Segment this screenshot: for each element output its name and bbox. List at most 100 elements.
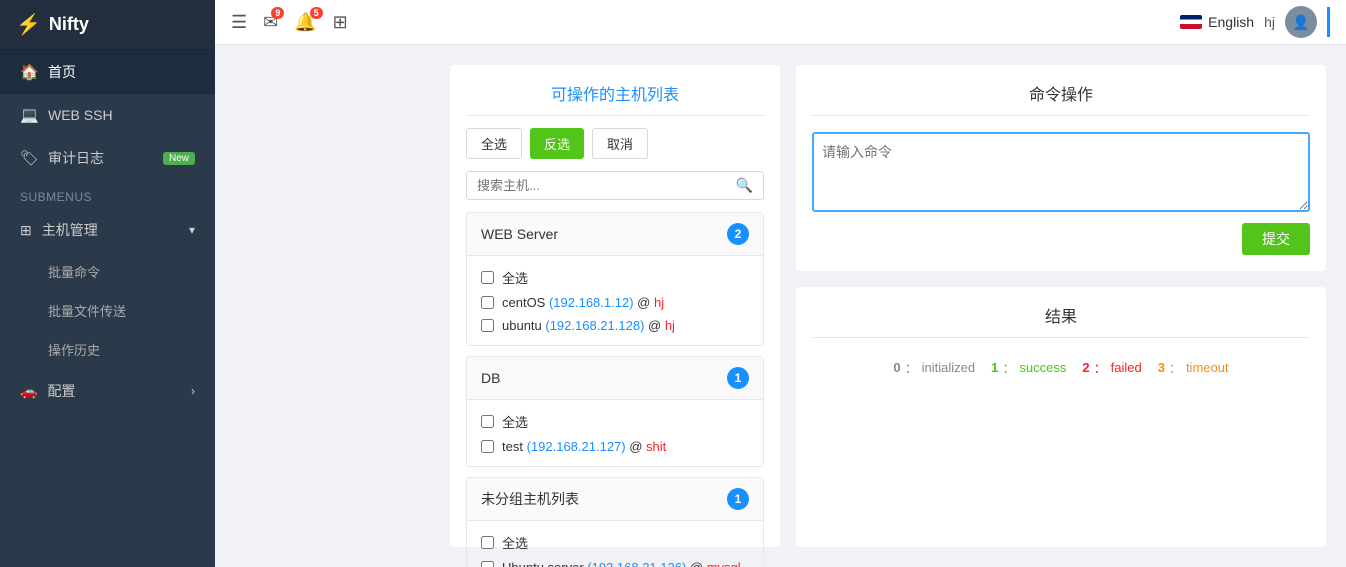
menu-icon[interactable]: ☰ — [231, 12, 247, 33]
result-panel: 结果 0 ： initialized 1 ： success 2 ： faile… — [796, 287, 1326, 547]
language-label: English — [1208, 14, 1254, 30]
mail-icon[interactable]: ✉ 9 — [263, 12, 278, 33]
result-panel-title: 结果 — [812, 303, 1310, 338]
checkbox-test[interactable] — [481, 440, 494, 453]
chevron-down-icon: ▾ — [189, 223, 195, 237]
checkbox-ubuntu[interactable] — [481, 319, 494, 332]
search-input[interactable] — [477, 178, 736, 193]
legend-success: 1 ： success — [991, 358, 1066, 377]
checkbox-centos[interactable] — [481, 296, 494, 309]
group-ungrouped-name: 未分组主机列表 — [481, 489, 727, 509]
grid-icon: ⊞ — [20, 222, 32, 239]
command-panel: 命令操作 提交 — [796, 65, 1326, 271]
legend-label-timeout: timeout — [1186, 360, 1229, 375]
mail-badge: 9 — [271, 7, 284, 19]
select-all-button[interactable]: 全选 — [466, 128, 522, 159]
group-db-body: 全选 test (192.168.21.127) @ shit — [467, 400, 763, 466]
sidebar-group-host-mgmt: ⊞ 主机管理 ▾ 批量命令 批量文件传送 操作历史 — [0, 208, 215, 369]
host-item-select-all-db: 全选 — [481, 408, 749, 435]
language-selector[interactable]: English — [1180, 14, 1254, 30]
host-item-ubuntu-server: Ubuntu server (192.168.21.126) @ mysql — [481, 556, 749, 567]
invert-button[interactable]: 反选 — [530, 128, 584, 159]
search-icon: 🔍 — [736, 177, 753, 194]
bell-icon[interactable]: 🔔 5 — [294, 12, 316, 33]
sidebar: ⚡ Nifty 🏠 首页 💻 WEB SSH 🏷 审计日志 New Submen… — [0, 0, 215, 567]
legend-sep-2: ： — [1094, 358, 1107, 377]
tag-icon: 🏷 — [20, 149, 38, 167]
group-ungrouped-header: 未分组主机列表 1 — [467, 478, 763, 521]
select-all-ungrouped-label: 全选 — [502, 533, 528, 552]
sidebar-group-host-mgmt-header[interactable]: ⊞ 主机管理 ▾ — [0, 208, 215, 252]
submit-button[interactable]: 提交 — [1242, 223, 1310, 255]
host-list-panel: 可操作的主机列表 全选 反选 取消 🔍 WEB Server 2 全选 — [450, 65, 780, 547]
legend-num-3: 3 — [1158, 360, 1165, 375]
sidebar-item-audit[interactable]: 🏷 审计日志 New — [0, 136, 215, 180]
ubuntu-label: ubuntu (192.168.21.128) @ hj — [502, 318, 675, 333]
car-icon: 🚗 — [20, 383, 37, 400]
logo-icon: ⚡ — [16, 12, 41, 37]
legend-initialized: 0 ： initialized — [893, 358, 975, 377]
host-item-centos: centOS (192.168.1.12) @ hj — [481, 291, 749, 314]
topbar-left: ☰ ✉ 9 🔔 5 ⊞ — [231, 12, 348, 33]
group-db-name: DB — [481, 370, 727, 386]
sidebar-item-webssh[interactable]: 💻 WEB SSH — [0, 94, 215, 136]
sidebar-group-config: 🚗 配置 › — [0, 369, 215, 413]
legend-sep-1: ： — [1002, 358, 1015, 377]
select-all-db-label: 全选 — [502, 412, 528, 431]
sidebar-item-bulk-cmd-label: 批量命令 — [48, 262, 100, 281]
flag-icon — [1180, 15, 1202, 29]
legend-sep-0: ： — [905, 358, 918, 377]
host-item-ubuntu: ubuntu (192.168.21.128) @ hj — [481, 314, 749, 337]
host-list-title: 可操作的主机列表 — [466, 81, 764, 116]
legend-sep-3: ： — [1169, 358, 1182, 377]
sidebar-group-config-header[interactable]: 🚗 配置 › — [0, 369, 215, 413]
command-input[interactable] — [812, 132, 1310, 212]
topbar: ☰ ✉ 9 🔔 5 ⊞ English hj 👤 — [215, 0, 1346, 45]
legend-num-2: 2 — [1082, 360, 1089, 375]
audit-new-badge: New — [163, 152, 195, 165]
topbar-right: English hj 👤 — [1180, 6, 1330, 38]
checkbox-select-all-ungrouped[interactable] — [481, 536, 494, 549]
main-content: 可操作的主机列表 全选 反选 取消 🔍 WEB Server 2 全选 — [430, 45, 1346, 567]
host-item-test: test (192.168.21.127) @ shit — [481, 435, 749, 458]
topbar-divider — [1327, 7, 1330, 37]
group-web-server-name: WEB Server — [481, 226, 727, 242]
legend-label-failed: failed — [1111, 360, 1142, 375]
sidebar-item-home[interactable]: 🏠 首页 — [0, 50, 215, 94]
host-item-select-all-web: 全选 — [481, 264, 749, 291]
sidebar-item-bulk-cmd[interactable]: 批量命令 — [0, 252, 215, 291]
group-ungrouped: 未分组主机列表 1 全选 Ubuntu server (192.168.21.1… — [466, 477, 764, 567]
host-item-select-all-ungrouped: 全选 — [481, 529, 749, 556]
sidebar-item-op-history[interactable]: 操作历史 — [0, 330, 215, 369]
terminal-icon: 💻 — [20, 106, 38, 124]
command-panel-title: 命令操作 — [812, 81, 1310, 116]
group-web-server-header: WEB Server 2 — [467, 213, 763, 256]
legend-label-success: success — [1019, 360, 1066, 375]
checkbox-select-all-db[interactable] — [481, 415, 494, 428]
group-ungrouped-count: 1 — [727, 488, 749, 510]
sidebar-nav: 🏠 首页 💻 WEB SSH 🏷 审计日志 New Submenus ⊞ 主机管… — [0, 50, 215, 567]
sidebar-item-op-history-label: 操作历史 — [48, 340, 100, 359]
sidebar-item-bulk-transfer[interactable]: 批量文件传送 — [0, 291, 215, 330]
checkbox-select-all-web[interactable] — [481, 271, 494, 284]
group-web-server: WEB Server 2 全选 centOS (192.168.1.12) @ … — [466, 212, 764, 346]
legend-label-initialized: initialized — [922, 360, 975, 375]
legend-num-1: 1 — [991, 360, 998, 375]
group-db: DB 1 全选 test (192.168.21.127) @ shit — [466, 356, 764, 467]
logo: ⚡ Nifty — [0, 0, 215, 50]
sidebar-item-home-label: 首页 — [48, 62, 76, 82]
chevron-right-icon: › — [191, 384, 195, 398]
config-label: 配置 — [47, 381, 75, 401]
select-all-web-label: 全选 — [502, 268, 528, 287]
avatar[interactable]: 👤 — [1285, 6, 1317, 38]
sidebar-item-bulk-transfer-label: 批量文件传送 — [48, 301, 126, 320]
legend-failed: 2 ： failed — [1082, 358, 1141, 377]
apps-icon[interactable]: ⊞ — [333, 12, 348, 33]
username-label: hj — [1264, 14, 1275, 30]
bell-badge: 5 — [310, 7, 323, 19]
test-label: test (192.168.21.127) @ shit — [502, 439, 666, 454]
group-web-server-count: 2 — [727, 223, 749, 245]
cancel-button[interactable]: 取消 — [592, 128, 648, 159]
checkbox-ubuntu-server[interactable] — [481, 561, 494, 567]
home-icon: 🏠 — [20, 63, 38, 81]
